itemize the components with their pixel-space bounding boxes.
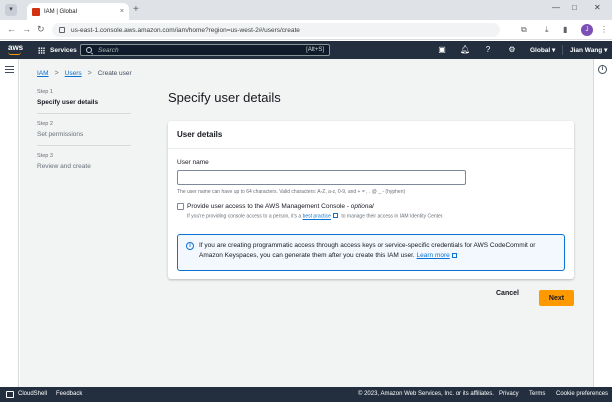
aws-favicon-icon	[32, 7, 40, 16]
breadcrumb-separator: >	[87, 70, 92, 77]
region-selector[interactable]: Global ▾	[530, 46, 555, 54]
step-label: Review and create	[37, 163, 91, 170]
info-alert-text: If you are creating programmatic access …	[199, 242, 536, 259]
breadcrumb-current: Create user	[97, 70, 132, 77]
reload-icon[interactable]: ↻	[37, 24, 45, 35]
browser-menu-icon[interactable]: ⋮	[600, 25, 608, 34]
card-title: User details	[177, 130, 223, 139]
step-label: Specify user details	[37, 99, 99, 106]
maximize-icon[interactable]: □	[572, 3, 577, 12]
console-access-description: If you're providing console access to a …	[187, 213, 444, 220]
aws-top-nav: aws Services [Alt+S] ▣ 🔔︎ ? ⚙ Global ▾ J…	[0, 41, 612, 59]
services-label: Services	[50, 46, 77, 54]
console-access-label[interactable]: Provide user access to the AWS Managemen…	[187, 203, 374, 210]
terms-link[interactable]: Terms	[529, 391, 545, 397]
url-text: us-east-1.console.aws.amazon.com/iam/hom…	[71, 26, 300, 34]
user-name-hint: The user name can have up to 64 characte…	[177, 189, 406, 195]
step-number: Step 1	[37, 89, 53, 95]
tab-title: IAM | Global	[44, 8, 77, 15]
cancel-button[interactable]: Cancel	[496, 290, 519, 297]
wizard-steps: Step 1 Specify user details Step 2 Set p…	[37, 89, 131, 184]
search-shortcut: [Alt+S]	[306, 47, 324, 53]
step-number: Step 3	[37, 153, 53, 159]
learn-more-link[interactable]: Learn more	[417, 252, 450, 259]
close-window-icon[interactable]: ✕	[594, 3, 601, 12]
step-3: Step 3 Review and create	[37, 153, 131, 177]
tab-search-icon[interactable]: ▾	[5, 4, 17, 16]
back-icon[interactable]: ←	[7, 24, 16, 34]
main-content: IAM > Users > Create user Step 1 Specify…	[20, 59, 593, 387]
nav-divider	[562, 45, 563, 55]
right-rail: i	[593, 59, 612, 387]
forward-icon[interactable]: →	[22, 24, 31, 34]
info-icon: i	[186, 242, 194, 250]
menu-icon[interactable]	[5, 66, 14, 73]
breadcrumb: IAM > Users > Create user	[37, 70, 132, 77]
search-icon	[86, 47, 92, 53]
aws-logo[interactable]: aws	[8, 43, 23, 52]
step-2: Step 2 Set permissions	[37, 121, 131, 146]
user-name-input[interactable]	[177, 170, 466, 185]
feedback-link[interactable]: Feedback	[56, 391, 82, 397]
search-input[interactable]	[98, 46, 307, 54]
url-field[interactable]: us-east-1.console.aws.amazon.com/iam/hom…	[52, 23, 500, 37]
browser-tab[interactable]: IAM | Global ×	[27, 3, 129, 20]
console-search[interactable]: [Alt+S]	[80, 44, 330, 56]
step-1: Step 1 Specify user details	[37, 89, 131, 114]
breadcrumb-users[interactable]: Users	[65, 70, 82, 77]
extensions-icon[interactable]: ⧉	[521, 25, 527, 35]
aws-smile-icon	[8, 52, 21, 55]
step-label: Set permissions	[37, 131, 84, 138]
address-bar: ← → ↻ us-east-1.console.aws.amazon.com/i…	[0, 20, 612, 40]
step-number: Step 2	[37, 121, 53, 127]
download-icon[interactable]: ⤓	[545, 25, 549, 35]
external-link-icon	[451, 252, 457, 258]
info-alert: i If you are creating programmatic acces…	[177, 234, 565, 271]
breadcrumb-separator: >	[54, 70, 59, 77]
copyright-text: © 2023, Amazon Web Services, Inc. or its…	[358, 391, 494, 397]
console-access-checkbox[interactable]	[177, 203, 184, 210]
side-panel-icon[interactable]: ▮	[563, 25, 567, 34]
notifications-icon[interactable]: 🔔︎	[460, 45, 470, 55]
help-icon[interactable]: ?	[483, 45, 493, 55]
best-practice-link[interactable]: best practice	[303, 214, 331, 220]
profile-avatar[interactable]: J	[581, 24, 593, 36]
tab-close-icon[interactable]: ×	[120, 8, 124, 15]
external-link-icon	[332, 213, 338, 218]
page-title: Specify user details	[168, 90, 281, 105]
card-header: User details	[168, 121, 574, 149]
breadcrumb-iam[interactable]: IAM	[37, 70, 49, 77]
browser-tab-bar: ▾ IAM | Global × + — □ ✕	[0, 0, 612, 20]
cloudshell-icon[interactable]: ▣	[437, 45, 447, 55]
next-button[interactable]: Next	[539, 290, 574, 306]
console-footer: CloudShell Feedback © 2023, Amazon Web S…	[0, 387, 612, 402]
site-info-icon[interactable]	[59, 27, 65, 33]
services-menu[interactable]: Services	[38, 44, 77, 56]
privacy-link[interactable]: Privacy	[499, 391, 519, 397]
left-rail	[0, 59, 19, 387]
account-menu[interactable]: Jian Wang ▾	[570, 46, 607, 54]
cloudshell-link[interactable]: CloudShell	[18, 391, 47, 397]
minimize-icon[interactable]: —	[552, 3, 560, 12]
optional-label: optional	[350, 203, 374, 210]
user-details-card: User details User name The user name can…	[168, 121, 574, 279]
cloudshell-icon	[6, 391, 14, 398]
services-grid-icon	[38, 46, 45, 54]
settings-icon[interactable]: ⚙	[507, 45, 517, 55]
new-tab-button[interactable]: +	[133, 4, 139, 15]
cookie-preferences-link[interactable]: Cookie preferences	[556, 391, 608, 397]
info-panel-icon[interactable]: i	[598, 65, 607, 74]
user-name-label: User name	[177, 159, 209, 166]
